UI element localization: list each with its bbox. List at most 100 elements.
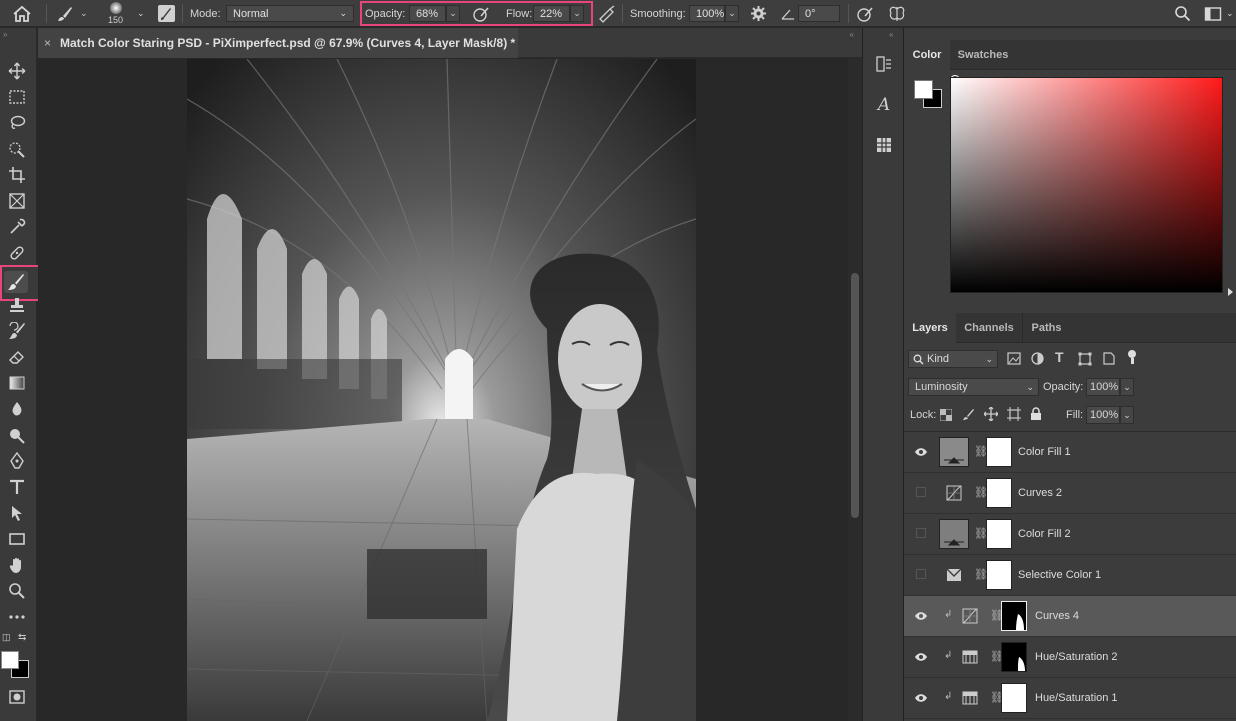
- canvas-image[interactable]: [187, 59, 696, 721]
- frame-tool-icon[interactable]: [5, 190, 29, 212]
- tab-paths[interactable]: Paths: [1022, 313, 1070, 343]
- smoothing-input[interactable]: 100% ⌄: [689, 0, 739, 27]
- marquee-tool-icon[interactable]: [5, 86, 29, 108]
- hand-tool-icon[interactable]: [5, 554, 29, 576]
- home-icon[interactable]: [12, 0, 32, 27]
- layer-opacity-value[interactable]: 100%: [1086, 378, 1120, 396]
- layer-row-selective-color-1[interactable]: ⛓ Selective Color 1: [904, 555, 1236, 596]
- eye-icon[interactable]: [913, 691, 929, 705]
- angle-input[interactable]: 0°: [798, 0, 840, 27]
- collapse-chevrons-icon[interactable]: «: [889, 30, 893, 39]
- mode-select[interactable]: Normal ⌄: [226, 0, 354, 27]
- scrollbar-thumb[interactable]: [851, 273, 859, 518]
- zoom-tool-icon[interactable]: [5, 580, 29, 602]
- gear-icon[interactable]: [750, 0, 767, 27]
- swap-colors-icon[interactable]: ⇆: [18, 632, 26, 643]
- smoothing-value[interactable]: 100%: [689, 5, 725, 22]
- chevron-down-icon[interactable]: ⌄: [725, 5, 739, 22]
- type-filter-icon[interactable]: T: [1055, 349, 1064, 365]
- lock-artboard-icon[interactable]: [1007, 407, 1021, 424]
- color-field[interactable]: [950, 77, 1223, 293]
- canvas-area[interactable]: [38, 58, 862, 721]
- brush-size-picker[interactable]: 150: [108, 0, 123, 27]
- brush-preset-icon[interactable]: ⌄: [56, 0, 88, 27]
- blur-tool-icon[interactable]: [5, 398, 29, 420]
- history-brush-tool-icon[interactable]: [5, 320, 29, 342]
- blend-mode-select[interactable]: Luminosity ⌄: [908, 378, 1039, 396]
- shape-filter-icon[interactable]: [1078, 352, 1092, 369]
- dodge-tool-icon[interactable]: [5, 424, 29, 446]
- visibility-toggle[interactable]: [916, 528, 926, 538]
- type-tool-icon[interactable]: [5, 476, 29, 498]
- layer-row-color-fill-2[interactable]: ⛓ Color Fill 2: [904, 514, 1236, 555]
- flow-value[interactable]: 22%: [533, 5, 570, 22]
- glyphs-panel-icon[interactable]: [872, 133, 896, 157]
- symmetry-icon[interactable]: [887, 0, 907, 27]
- layer-filter-select[interactable]: Kind ⌄: [908, 350, 998, 368]
- move-tool-icon[interactable]: [5, 60, 29, 82]
- tab-channels[interactable]: Channels: [956, 313, 1022, 343]
- collapse-chevrons-icon[interactable]: «: [850, 30, 854, 39]
- lock-pixels-icon[interactable]: [962, 408, 975, 424]
- history-panel-icon[interactable]: [872, 52, 896, 76]
- layer-row-curves-4[interactable]: ↲ ⛓ Curves 4: [904, 596, 1236, 637]
- eye-icon[interactable]: [913, 445, 929, 459]
- layer-row-color-fill-1[interactable]: ⛓ Color Fill 1: [904, 432, 1236, 473]
- chevron-down-icon[interactable]: ⌄: [1226, 8, 1234, 19]
- layer-row-hue-saturation-1[interactable]: ↲ ⛓ Hue/Saturation 1: [904, 678, 1236, 719]
- more-tools-icon[interactable]: [5, 606, 29, 628]
- visibility-toggle[interactable]: [916, 487, 926, 497]
- brush-tool-icon[interactable]: [4, 271, 28, 293]
- rectangle-tool-icon[interactable]: [5, 528, 29, 550]
- crop-tool-icon[interactable]: [5, 164, 29, 186]
- lock-all-icon[interactable]: [1030, 407, 1042, 424]
- pressure-opacity-icon[interactable]: [472, 0, 490, 27]
- chevron-down-icon[interactable]: ⌄: [570, 5, 584, 22]
- pressure-size-icon[interactable]: [856, 0, 874, 27]
- layer-mask-thumbnail[interactable]: [1001, 601, 1027, 631]
- clone-stamp-tool-icon[interactable]: [5, 294, 29, 316]
- eye-icon[interactable]: [913, 650, 929, 664]
- quick-selection-tool-icon[interactable]: [5, 138, 29, 160]
- chevron-down-icon[interactable]: ⌄: [1120, 406, 1134, 424]
- opacity-input[interactable]: 68% ⌄: [409, 0, 460, 27]
- pen-tool-icon[interactable]: [5, 450, 29, 472]
- foreground-color-swatch[interactable]: [914, 80, 933, 99]
- layer-row-hue-saturation-2[interactable]: ↲ ⛓ Hue/Saturation 2: [904, 637, 1236, 678]
- path-selection-tool-icon[interactable]: [5, 502, 29, 524]
- chevron-down-icon[interactable]: ⌄: [80, 8, 88, 19]
- search-icon[interactable]: [1174, 0, 1191, 27]
- brush-settings-icon[interactable]: [158, 0, 175, 27]
- tab-layers[interactable]: Layers: [904, 313, 956, 343]
- eye-icon[interactable]: [913, 609, 929, 623]
- lock-transparency-icon[interactable]: [939, 408, 953, 424]
- vertical-scrollbar[interactable]: [848, 58, 862, 721]
- layer-row-curves-2[interactable]: ⛓ Curves 2: [904, 473, 1236, 514]
- layer-mask-thumbnail[interactable]: [986, 560, 1012, 590]
- color-fill-thumbnail[interactable]: [939, 437, 969, 467]
- lasso-tool-icon[interactable]: [5, 112, 29, 134]
- default-colors-icon[interactable]: ◫: [2, 632, 11, 643]
- close-icon[interactable]: ×: [44, 36, 51, 50]
- color-fill-thumbnail[interactable]: [939, 519, 969, 549]
- character-panel-icon[interactable]: A: [872, 93, 896, 117]
- flow-input[interactable]: 22% ⌄: [533, 0, 584, 27]
- tab-color[interactable]: Color: [904, 40, 950, 70]
- layer-mask-thumbnail[interactable]: [1001, 642, 1027, 672]
- document-tab[interactable]: × Match Color Staring PSD - PiXimperfect…: [38, 28, 518, 58]
- collapse-chevrons-icon[interactable]: »: [3, 30, 7, 39]
- quick-mask-icon[interactable]: [5, 686, 29, 708]
- eraser-tool-icon[interactable]: [5, 346, 29, 368]
- airbrush-icon[interactable]: [597, 0, 617, 27]
- hue-slider-marker[interactable]: [1228, 288, 1233, 296]
- eyedropper-tool-icon[interactable]: [5, 216, 29, 238]
- layer-mask-thumbnail[interactable]: [986, 478, 1012, 508]
- tab-swatches[interactable]: Swatches: [950, 40, 1016, 70]
- healing-brush-tool-icon[interactable]: [5, 242, 29, 264]
- layer-mask-thumbnail[interactable]: [1001, 683, 1027, 713]
- visibility-toggle[interactable]: [916, 569, 926, 579]
- layer-mask-thumbnail[interactable]: [986, 437, 1012, 467]
- gradient-tool-icon[interactable]: [5, 372, 29, 394]
- layer-mask-thumbnail[interactable]: [986, 519, 1012, 549]
- smart-object-filter-icon[interactable]: [1102, 352, 1115, 368]
